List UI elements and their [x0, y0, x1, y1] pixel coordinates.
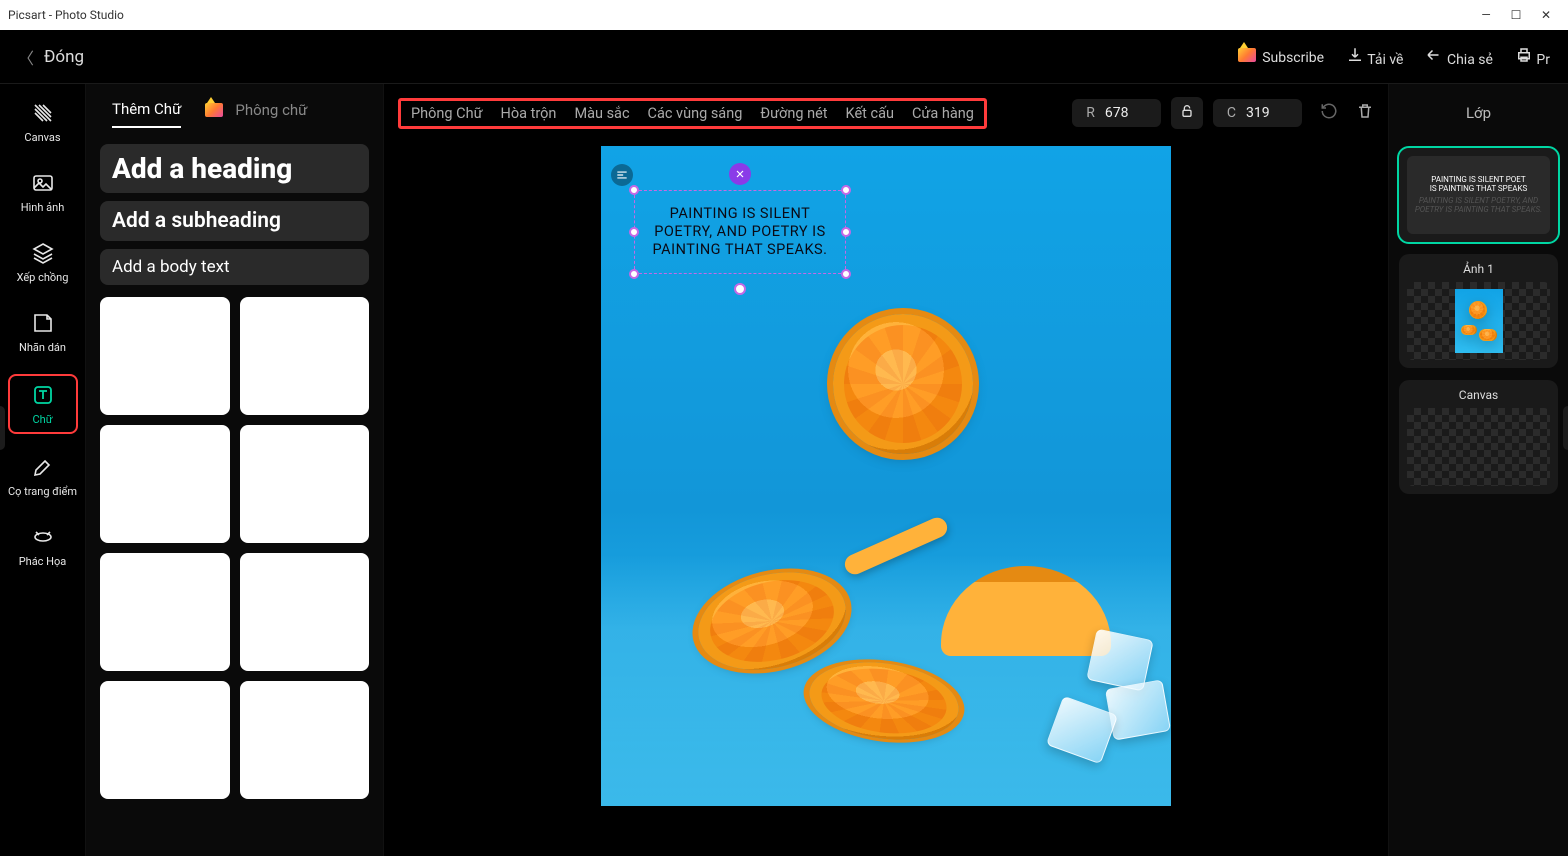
col-input[interactable]: C319 [1213, 99, 1302, 127]
printer-icon [1515, 46, 1533, 64]
window-maximize-icon[interactable]: ☐ [1510, 9, 1522, 21]
text-template[interactable] [240, 553, 370, 671]
text-template[interactable] [100, 553, 230, 671]
text-template[interactable] [240, 681, 370, 799]
text-panel: Thêm Chữ Phông chữ Add a heading Add a s… [86, 84, 384, 856]
canvas-orange-slice [833, 314, 973, 454]
window-minimize-icon[interactable]: — [1480, 9, 1492, 21]
text-toolbar: Phông Chữ Hòa trộn Màu sắc Các vùng sáng… [384, 84, 1388, 142]
reset-icon[interactable] [1320, 102, 1338, 124]
delete-icon[interactable] [1356, 102, 1374, 124]
canvas-stage[interactable]: PAINTING IS SILENT POETRY, AND POETRY IS… [384, 142, 1388, 856]
app-topbar: 〈 Đóng Subscribe Tải về Chia sẻ Pr [0, 30, 1568, 84]
resize-handle-e[interactable] [841, 227, 851, 237]
rail-overlay[interactable]: Xếp chồng [8, 234, 78, 290]
layer-text[interactable]: PAINTING IS SILENT POET IS PAINTING THAT… [1399, 148, 1558, 242]
tool-rail: Canvas Hình ảnh Xếp chồng Nhãn dán Chữ C… [0, 84, 86, 856]
rail-image[interactable]: Hình ảnh [8, 164, 78, 220]
crown-icon [205, 103, 223, 117]
layers-collapse-handle[interactable] [0, 406, 5, 450]
close-button[interactable]: Đóng [44, 47, 84, 67]
editor-center: Phông Chữ Hòa trộn Màu sắc Các vùng sáng… [384, 84, 1388, 856]
tooltab-blend[interactable]: Hòa trộn [501, 105, 557, 122]
window-close-icon[interactable]: ✕ [1540, 9, 1552, 21]
resize-handle-se[interactable] [841, 269, 851, 279]
tab-add-text[interactable]: Thêm Chữ [112, 100, 181, 128]
sketch-icon [30, 524, 56, 550]
lock-toggle[interactable] [1171, 97, 1203, 129]
brush-icon [30, 454, 56, 480]
text-move-handle[interactable] [729, 163, 751, 185]
tooltab-store[interactable]: Cửa hàng [912, 105, 974, 122]
rail-text[interactable]: Chữ [8, 374, 78, 434]
resize-handle-sw[interactable] [629, 269, 639, 279]
text-template[interactable] [100, 297, 230, 415]
add-heading-button[interactable]: Add a heading [100, 144, 369, 193]
tooltab-highlights[interactable]: Các vùng sáng [648, 105, 743, 122]
text-template-grid [98, 289, 371, 807]
rail-sketch[interactable]: Phác Họa [8, 518, 78, 574]
window-titlebar: Picsart - Photo Studio — ☐ ✕ [0, 0, 1568, 30]
panel-collapse-handle[interactable] [1563, 406, 1568, 450]
add-subheading-button[interactable]: Add a subheading [100, 201, 369, 241]
row-input[interactable]: R678 [1072, 99, 1161, 127]
canvas[interactable]: PAINTING IS SILENT POETRY, AND POETRY IS… [601, 146, 1171, 806]
text-template[interactable] [240, 425, 370, 543]
crown-icon [1238, 48, 1256, 62]
rail-canvas[interactable]: Canvas [8, 94, 78, 150]
canvas-text-content: PAINTING IS SILENT POETRY, AND POETRY IS… [653, 205, 828, 258]
resize-handle-nw[interactable] [629, 185, 639, 195]
tooltab-texture[interactable]: Kết cấu [846, 105, 894, 122]
download-button[interactable]: Tải về [1346, 46, 1403, 68]
rail-sticker[interactable]: Nhãn dán [8, 304, 78, 360]
text-selection-box[interactable]: PAINTING IS SILENT POETRY, AND POETRY IS… [634, 190, 846, 274]
layer-image-1[interactable]: Ảnh 1 [1399, 254, 1558, 368]
download-icon [1346, 46, 1364, 64]
tooltab-color[interactable]: Màu sắc [574, 105, 629, 122]
text-template[interactable] [240, 297, 370, 415]
canvas-ice-cube [1105, 679, 1171, 740]
canvas-info-badge[interactable] [611, 164, 633, 186]
image-icon [30, 170, 56, 196]
layers-title: Lớp [1389, 84, 1568, 142]
window-title: Picsart - Photo Studio [8, 8, 124, 22]
tooltab-outline[interactable]: Đường nét [760, 105, 827, 122]
resize-handle-ne[interactable] [841, 185, 851, 195]
layers-panel: Lớp PAINTING IS SILENT POET IS PAINTING … [1388, 84, 1568, 856]
rail-brush[interactable]: Cọ trang điểm [8, 448, 78, 504]
text-toolbar-tabs: Phông Chữ Hòa trộn Màu sắc Các vùng sáng… [398, 98, 987, 129]
layer-canvas[interactable]: Canvas [1399, 380, 1558, 494]
subscribe-button[interactable]: Subscribe [1238, 48, 1324, 66]
back-chevron-icon[interactable]: 〈 [18, 45, 34, 69]
print-button[interactable]: Pr [1515, 46, 1550, 68]
resize-handle-w[interactable] [629, 227, 639, 237]
share-button[interactable]: Chia sẻ [1425, 46, 1492, 68]
add-body-button[interactable]: Add a body text [100, 249, 369, 285]
sticker-icon [30, 310, 56, 336]
canvas-icon [30, 100, 56, 126]
rotate-handle[interactable] [734, 283, 746, 295]
text-template[interactable] [100, 425, 230, 543]
text-template[interactable] [100, 681, 230, 799]
layers-icon [30, 240, 56, 266]
tab-fonts[interactable]: Phông chữ [205, 101, 307, 127]
text-icon [30, 382, 56, 408]
share-icon [1425, 46, 1443, 64]
tooltab-font[interactable]: Phông Chữ [411, 105, 483, 122]
